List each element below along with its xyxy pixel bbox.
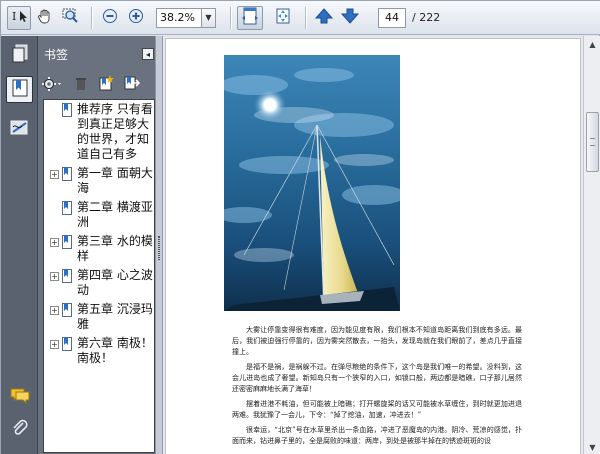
bookmark-label: 第一章 面朝大海 xyxy=(77,166,153,195)
delete-bookmark-icon[interactable] xyxy=(74,76,88,95)
scroll-down-button[interactable]: ▼ xyxy=(584,439,600,454)
expand-plus-icon[interactable]: + xyxy=(50,272,59,281)
hand-tool[interactable] xyxy=(33,6,57,30)
bookmark-icon xyxy=(62,103,72,117)
comment-icon xyxy=(10,387,30,409)
bookmark-item[interactable]: + 第一章 面朝大海 xyxy=(44,166,154,196)
next-page-button[interactable] xyxy=(338,6,362,30)
bookmark-label: 推荐序 只有看到真正足够大的世界，才知道自己有多 xyxy=(77,102,153,161)
paperclip-icon xyxy=(11,418,29,442)
zoom-in-icon xyxy=(128,8,144,28)
scroll-thumb[interactable] xyxy=(586,112,599,172)
paragraph: 摆着进港不耗油，但可能被上暗礁；打开螺旋桨的话又可能被水草缠住，到时就更加进退两… xyxy=(232,400,522,419)
bookmark-item[interactable]: + 第四章 心之波动 xyxy=(44,268,154,298)
expand-plus-icon[interactable]: + xyxy=(50,340,59,349)
collapse-panel-button[interactable]: ◂ xyxy=(142,48,154,60)
vertical-scrollbar[interactable]: ▲ ▼ xyxy=(583,36,600,454)
body-text: 大雾让停靠变得很有难度，因为能见度有限，我们根本不知道岛距离我们到底有多远。最后… xyxy=(232,325,522,451)
select-text-icon: I xyxy=(11,8,27,28)
expand-bookmark-icon[interactable] xyxy=(124,75,141,95)
document-view[interactable]: 大雾让停靠变得很有难度，因为能见度有限，我们根本不知道岛距离我们到底有多远。最后… xyxy=(163,36,583,454)
pages-icon xyxy=(11,44,29,68)
toolbar-separator xyxy=(230,6,231,29)
scroll-up-button[interactable]: ▲ xyxy=(584,36,600,52)
bookmark-icon xyxy=(62,235,72,249)
expand-plus-icon[interactable]: + xyxy=(50,170,59,179)
panel-header: 书签 ◂ xyxy=(38,36,160,72)
bookmark-panel-icon xyxy=(11,78,29,102)
sailboat-photo xyxy=(224,55,400,311)
zoom-out-button[interactable] xyxy=(98,6,122,30)
paragraph: 是福不是祸，是祸躲不过。在弹尽粮绝的条件下，这个岛是我们唯一的希望。没料到，这会… xyxy=(232,363,522,393)
bookmark-item[interactable]: + 第五章 沉浸玛雅 xyxy=(44,302,154,332)
scroll-grip xyxy=(590,138,595,146)
marquee-zoom-icon xyxy=(62,8,80,28)
bookmark-item[interactable]: 第二章 横渡亚洲 xyxy=(44,200,154,230)
bookmark-item[interactable]: 推荐序 只有看到真正足够大的世界，才知道自己有多 xyxy=(44,102,154,162)
bookmarks-panel: 书签 ◂ 推荐序 只有看到真正足够大的世界，才知道自己有多 + 第一章 面朝大海 第二… xyxy=(38,36,160,454)
zoom-dropdown-button[interactable]: ▼ xyxy=(202,7,216,28)
hand-icon xyxy=(37,8,53,28)
paragraph: 很幸运，“北京”号在水草里杀出一条血路，冲进了恶魔岛的内港。阴冷、荒凉的感觉，扑… xyxy=(232,426,522,445)
bookmark-tree: 推荐序 只有看到真正足够大的世界，才知道自己有多 + 第一章 面朝大海 第二章 横渡亚… xyxy=(43,99,155,453)
bookmark-icon xyxy=(62,337,72,351)
panel-splitter[interactable] xyxy=(155,36,163,454)
next-page-icon xyxy=(340,7,360,29)
zoom-in-button[interactable] xyxy=(124,6,148,30)
bookmarks-panel-button[interactable] xyxy=(6,76,33,103)
expand-plus-icon[interactable]: + xyxy=(50,306,59,315)
bookmark-icon xyxy=(62,201,72,215)
attachments-button[interactable] xyxy=(6,416,33,443)
bookmark-label: 第六章 南极！南极！ xyxy=(77,336,153,365)
page-total-label: / 222 xyxy=(412,11,441,24)
bookmark-icon xyxy=(62,167,72,181)
bookmark-icon xyxy=(62,303,72,317)
options-gear-icon[interactable] xyxy=(42,76,64,95)
new-bookmark-icon[interactable] xyxy=(98,75,114,95)
chevron-down-icon: ▼ xyxy=(589,442,596,452)
collapse-icon: ◂ xyxy=(145,49,150,59)
bookmark-label: 第四章 心之波动 xyxy=(77,268,153,297)
previous-page-button[interactable] xyxy=(312,6,336,30)
expander-spacer xyxy=(50,106,59,115)
toolbar: I 38.2% ▼ 44 / 222 xyxy=(1,1,600,35)
bookmark-item[interactable]: + 第六章 南极！南极！ xyxy=(44,336,154,366)
select-text-tool[interactable]: I xyxy=(7,5,31,30)
bookmark-label: 第三章 水的模样 xyxy=(77,234,153,263)
expand-plus-icon[interactable]: + xyxy=(50,238,59,247)
page-number-input[interactable]: 44 xyxy=(378,7,406,28)
fit-page-button[interactable] xyxy=(271,6,295,30)
signatures-panel-button[interactable] xyxy=(6,116,33,143)
previous-page-icon xyxy=(314,7,334,29)
chevron-down-icon: ▼ xyxy=(205,13,212,22)
paragraph: 大雾让停靠变得很有难度，因为能见度有限，我们根本不知道岛距离我们到底有多远。最后… xyxy=(232,326,522,356)
signature-icon xyxy=(10,119,30,141)
navigation-rail xyxy=(1,36,38,454)
toolbar-separator xyxy=(91,6,92,29)
marquee-zoom-tool[interactable] xyxy=(59,6,83,30)
bookmark-item[interactable]: + 第三章 水的模样 xyxy=(44,234,154,264)
toolbar-separator xyxy=(305,6,306,29)
chevron-up-icon: ▲ xyxy=(589,39,596,49)
comments-button[interactable] xyxy=(6,384,33,411)
panel-title: 书签 xyxy=(44,47,69,62)
zoom-out-icon xyxy=(102,8,118,28)
bookmark-label: 第二章 横渡亚洲 xyxy=(77,200,153,229)
fit-page-icon xyxy=(274,7,292,29)
expander-spacer xyxy=(50,204,59,213)
splitter-grip[interactable] xyxy=(158,236,160,260)
panel-toolbar xyxy=(38,72,160,98)
pages-panel-button[interactable] xyxy=(6,42,33,69)
pdf-reader-window: I 38.2% ▼ 44 / 222 书签 ◂ 推荐序 只有看到真正足够大的世界… xyxy=(0,0,600,454)
bookmark-label: 第五章 沉浸玛雅 xyxy=(77,302,153,331)
svg-text:I: I xyxy=(12,10,16,23)
bookmark-icon xyxy=(62,269,72,283)
fit-width-icon xyxy=(241,7,259,29)
fit-width-button[interactable] xyxy=(237,5,263,30)
document-page: 大雾让停靠变得很有难度，因为能见度有限，我们根本不知道岛距离我们到底有多远。最后… xyxy=(165,38,581,454)
zoom-level-field[interactable]: 38.2% xyxy=(156,7,202,28)
